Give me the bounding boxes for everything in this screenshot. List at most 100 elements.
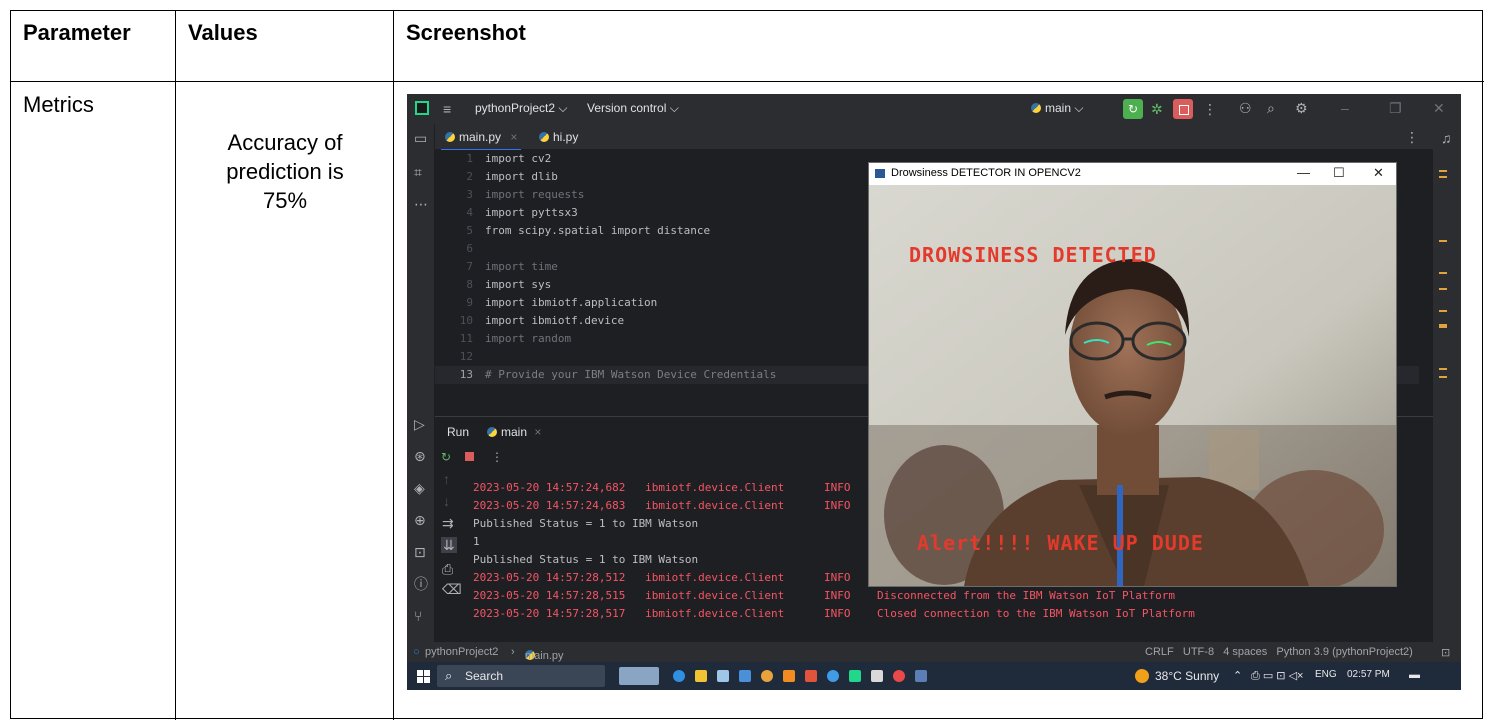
stop-button[interactable] [1173,99,1193,119]
breadcrumb-project[interactable]: pythonProject2 [425,646,498,658]
structure-icon[interactable]: ⌗ [414,164,422,180]
terminal-taskbar-icon[interactable] [871,670,883,682]
more-actions-icon[interactable]: ⋮ [1203,101,1217,117]
brave-icon[interactable] [805,670,817,682]
chrome-icon[interactable] [761,670,773,682]
recorder-icon[interactable] [893,670,905,682]
value-line-1: Accuracy of [227,130,343,155]
vlc-icon[interactable] [783,670,795,682]
version-control-menu[interactable]: Version control ⌵ [587,101,679,116]
value-line-2: prediction is [226,159,344,184]
tabs-more-icon[interactable]: ⋮ [1405,129,1419,145]
scroll-to-end-icon[interactable]: ⇊ [441,537,457,553]
restore-icon[interactable]: ❐ [1389,100,1402,116]
opencv-maximize-icon[interactable]: ☐ [1333,165,1345,181]
status-right-info[interactable]: CRLF UTF-8 4 spaces Python 3.9 (pythonPr… [1145,646,1413,658]
run-panel-title: Run [447,425,470,439]
stop-icon[interactable] [465,452,474,461]
weather-sun-icon [1135,669,1149,683]
scroll-down-icon[interactable]: ↓ [443,493,450,509]
editor-scroll-markers[interactable] [1439,150,1447,408]
mail-icon[interactable] [739,670,751,682]
opencv-window-title: Drowsiness DETECTOR IN OPENCV2 [891,167,1081,179]
add-user-icon[interactable]: ⚇ [1239,100,1252,116]
problems-icon[interactable]: ⓘ [414,576,428,592]
notification-center-icon[interactable]: ▬ [1409,669,1420,681]
python-file-icon [539,132,549,142]
accuracy-value: Accuracy of prediction is 75% [176,128,394,215]
widget-image-icon[interactable] [619,667,659,685]
tray-icons[interactable]: ⎙ ▭ ⊡ ◁× [1251,669,1303,683]
ide-screenshot: ≡ pythonProject2 ⌵ Version control ⌵ mai… [407,94,1461,690]
settings-gear-icon[interactable]: ⚙ [1295,100,1308,116]
run-tool-icon[interactable]: ▷ [414,416,425,432]
pycharm-taskbar-icon[interactable] [849,670,861,682]
project-selector[interactable]: pythonProject2 ⌵ [475,101,567,116]
branch-selector[interactable]: main ⌵ [1031,101,1083,116]
tray-chevron-icon[interactable]: ⌃ [1233,669,1242,682]
python-file-icon [1031,103,1041,113]
minimize-icon[interactable]: – [1341,100,1349,116]
run-button[interactable]: ↻ [1123,99,1143,119]
tab-close-icon[interactable]: × [510,130,517,144]
rerun-icon[interactable]: ↻ [441,449,451,465]
git-branch-icon[interactable]: ⑂ [414,608,422,624]
weather-text[interactable]: 38°C Sunny [1155,669,1219,683]
values-cell: Accuracy of prediction is 75% [176,82,394,720]
ide-statusbar: ○ pythonProject2 › main.py CRLF UTF-8 4 … [407,642,1461,662]
run-tab-close-icon[interactable]: × [534,425,541,439]
windows-start-icon[interactable] [417,670,430,683]
wake-up-alert-text: Alert!!!! WAKE UP DUDE [917,531,1204,555]
parameter-metrics: Metrics [23,92,94,117]
debug-bug-icon[interactable]: ✲ [1151,101,1163,117]
clear-trash-icon[interactable]: ⌫ [442,581,462,597]
services-icon[interactable]: ⊕ [414,512,426,528]
scroll-up-icon[interactable]: ↑ [443,471,450,487]
console-line: 2023-05-20 14:57:28,512 ibmiotf.device.C… [473,571,851,584]
opencv-close-icon[interactable]: ✕ [1373,165,1384,181]
language-indicator[interactable]: ENG [1315,669,1337,680]
tab-hi-py[interactable]: hi.py [539,130,578,144]
console-line: 2023-05-20 14:57:28,515 ibmiotf.device.C… [473,589,1175,602]
left-tool-strip: ▭ ⌗ ⋯ ▷ ⊛ ◈ ⊕ ⊡ ⓘ ⑂ [407,124,435,658]
opencv-minimize-icon[interactable]: — [1297,165,1310,180]
right-tool-strip: ♫ [1433,124,1461,658]
console-tools: ↑ ↓ ⇉ ⇊ ⎙ ⌫ [435,469,462,659]
file-explorer-icon[interactable] [695,670,707,682]
tab-main-py[interactable]: main.py × [440,130,522,151]
project-status-icon: ○ [413,646,420,658]
header-screenshot: Screenshot [394,11,1484,82]
search-icon: ⌕ [445,668,453,683]
opencv-window: Drowsiness DETECTOR IN OPENCV2 — ☐ ✕ DRO… [868,162,1397,587]
soft-wrap-icon[interactable]: ⇉ [442,515,454,531]
project-folder-icon[interactable]: ▭ [414,130,427,146]
document-table: Parameter Values Screenshot Metrics Accu… [10,10,1484,720]
console-line: 2023-05-20 14:57:28,517 ibmiotf.device.C… [473,607,1195,620]
drowsiness-detected-text: DROWSINESS DETECTED [909,243,1157,267]
python-taskbar-icon[interactable] [915,670,927,682]
webcam-frame: DROWSINESS DETECTED Alert!!!! WAKE UP DU… [869,185,1396,586]
close-icon[interactable]: ✕ [1433,100,1445,116]
lock-icon[interactable]: ⊡ [1441,646,1450,659]
python-packages-icon[interactable]: ◈ [414,480,425,496]
run-tab-main[interactable]: main × [487,425,541,439]
clock[interactable]: 02:57 PM [1347,669,1390,680]
console-line: 2023-05-20 14:57:24,683 ibmiotf.device.C… [473,499,851,512]
python-console-icon[interactable]: ⊛ [414,448,426,464]
run-more-icon[interactable]: ⋮ [491,449,503,465]
taskbar-search-input[interactable]: ⌕ Search [437,665,605,687]
store-icon[interactable] [717,670,729,682]
hamburger-menu-icon[interactable]: ≡ [443,101,451,117]
header-values: Values [176,11,394,82]
terminal-icon[interactable]: ⊡ [414,544,426,560]
notifications-bell-icon[interactable]: ♫ [1441,130,1452,146]
opencv-titlebar[interactable]: Drowsiness DETECTOR IN OPENCV2 — ☐ ✕ [869,163,1396,185]
edge-browser-icon[interactable] [673,670,685,682]
breadcrumb-separator: › [511,646,515,658]
more-tools-icon[interactable]: ⋯ [414,196,428,212]
search-everywhere-icon[interactable]: ⌕ [1267,100,1275,116]
rerun-icon: ↻ [1127,102,1139,116]
print-icon[interactable]: ⎙ [442,561,453,577]
chrome-alt-icon[interactable] [827,670,839,682]
pycharm-logo-icon [415,101,429,115]
